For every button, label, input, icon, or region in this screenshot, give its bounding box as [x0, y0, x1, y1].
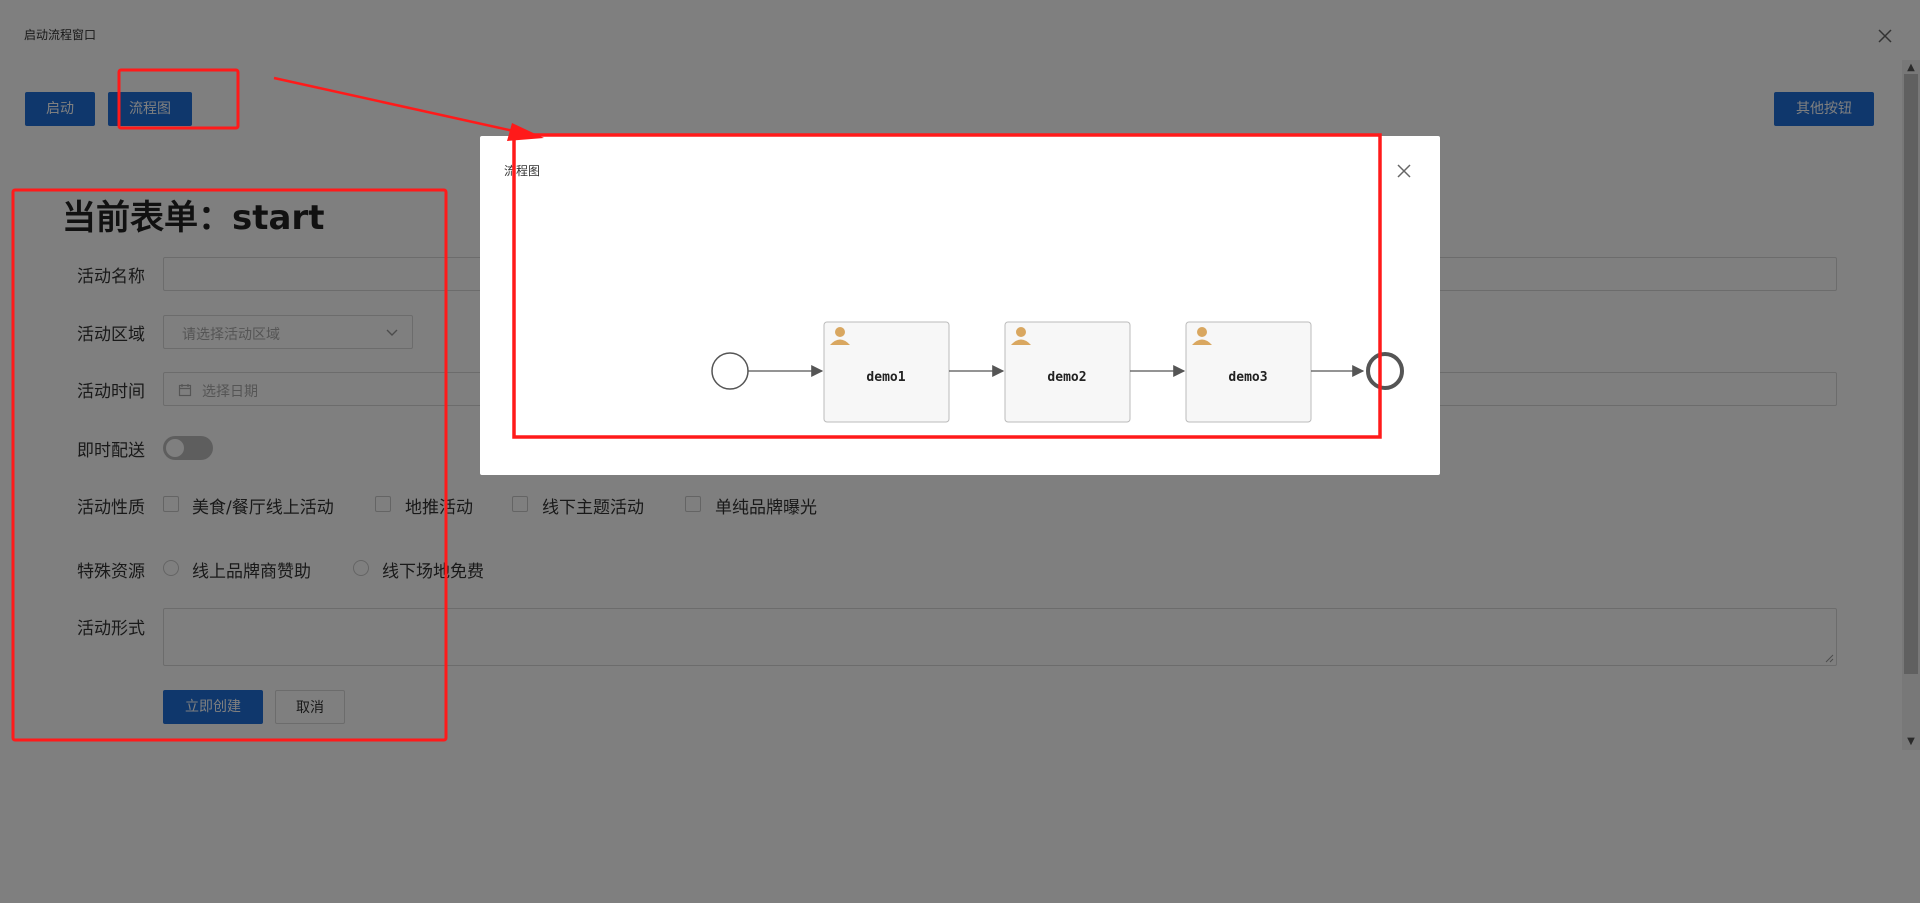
task-label: demo1 [866, 370, 905, 385]
start-event-circle[interactable] [711, 352, 749, 390]
bpmn-diagram: demo1 demo2 demo3 [711, 321, 1404, 423]
task-label: demo3 [1228, 370, 1267, 385]
task-label: demo2 [1047, 370, 1086, 385]
end-event-circle[interactable] [1366, 352, 1404, 390]
task-demo2[interactable]: demo2 [1004, 321, 1131, 423]
task-demo1[interactable]: demo1 [823, 321, 950, 423]
task-demo3[interactable]: demo3 [1185, 321, 1312, 423]
flowchart-modal: 流程图 demo1 demo2 demo3 [480, 136, 1440, 475]
